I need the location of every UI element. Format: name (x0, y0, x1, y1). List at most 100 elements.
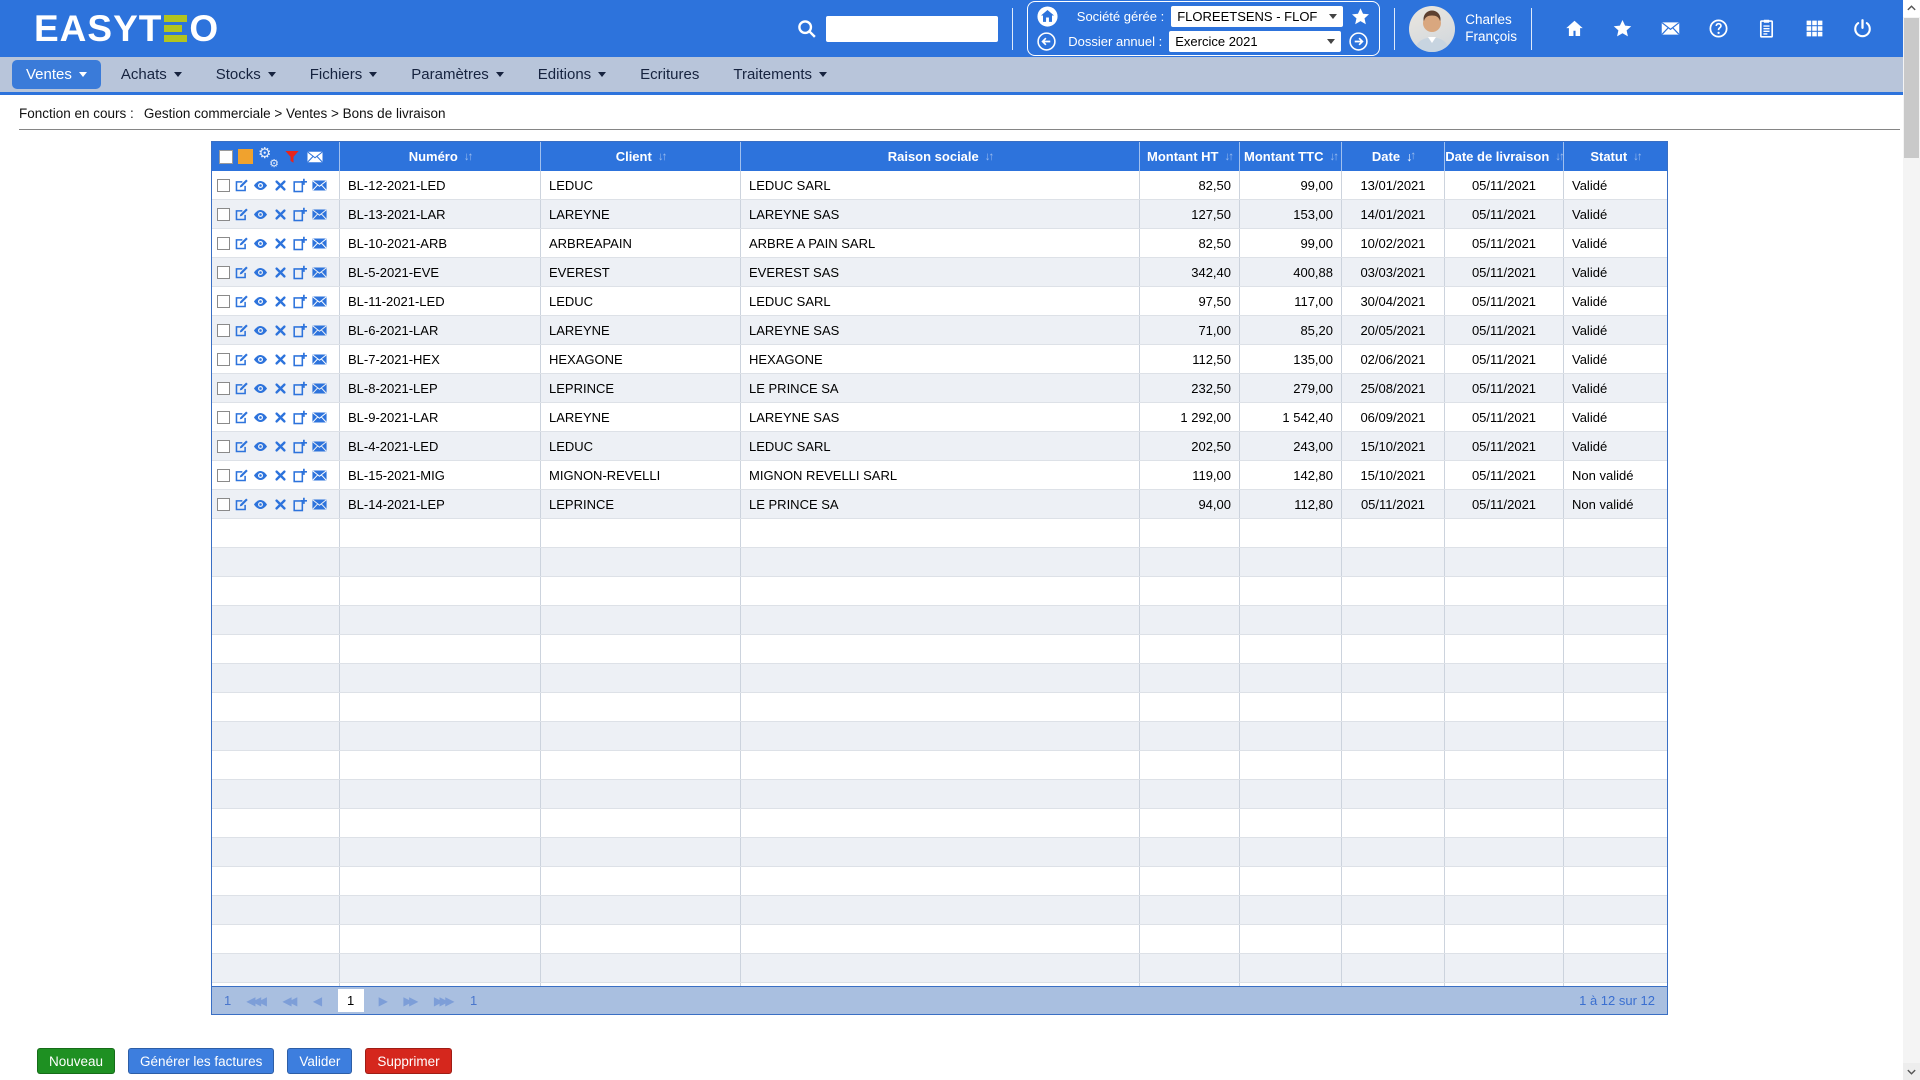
view-icon[interactable] (252, 409, 269, 426)
view-icon[interactable] (252, 438, 269, 455)
mail-icon[interactable] (311, 264, 328, 281)
row-checkbox[interactable] (217, 295, 230, 308)
table-row[interactable]: BL-6-2021-LARLAREYNELAREYNE SAS71,0085,2… (212, 316, 1667, 345)
copy-icon[interactable] (291, 293, 308, 310)
menu-item-ecritures[interactable]: Ecritures (626, 60, 713, 89)
table-row[interactable]: BL-10-2021-ARBARBREAPAINARBRE A PAIN SAR… (212, 229, 1667, 258)
edit-icon[interactable] (233, 496, 250, 513)
orange-tag-icon[interactable] (238, 149, 253, 164)
mail-icon[interactable] (311, 177, 328, 194)
table-row[interactable]: BL-5-2021-EVEEVERESTEVEREST SAS342,40400… (212, 258, 1667, 287)
row-checkbox[interactable] (217, 179, 230, 192)
table-row[interactable]: BL-12-2021-LEDLEDUCLEDUC SARL82,5099,001… (212, 171, 1667, 200)
copy-icon[interactable] (291, 177, 308, 194)
edit-icon[interactable] (233, 438, 250, 455)
mail-icon[interactable] (311, 351, 328, 368)
row-checkbox[interactable] (217, 266, 230, 279)
table-row[interactable]: BL-7-2021-HEXHEXAGONEHEXAGONE112,50135,0… (212, 345, 1667, 374)
view-icon[interactable] (252, 351, 269, 368)
filter-funnel-icon[interactable] (283, 148, 301, 166)
copy-icon[interactable] (291, 235, 308, 252)
next-exercice-icon[interactable] (1348, 31, 1369, 52)
scroll-down-icon[interactable] (1903, 1063, 1920, 1080)
mail-icon[interactable] (311, 380, 328, 397)
edit-icon[interactable] (233, 177, 250, 194)
mail-icon[interactable] (306, 148, 324, 166)
edit-icon[interactable] (233, 409, 250, 426)
previous-exercice-icon[interactable] (1036, 31, 1057, 52)
nouveau-button[interactable]: Nouveau (37, 1048, 115, 1074)
pagination-last-icon[interactable]: ▶▶▶ (434, 994, 455, 1008)
table-row[interactable]: BL-14-2021-LEPLEPRINCELE PRINCE SA94,001… (212, 490, 1667, 519)
sort-icon[interactable]: ↓↑ (1329, 151, 1337, 163)
menu-item-stocks[interactable]: Stocks (202, 60, 290, 89)
table-row[interactable]: BL-13-2021-LARLAREYNELAREYNE SAS127,5015… (212, 200, 1667, 229)
table-row[interactable]: BL-15-2021-MIGMIGNON-REVELLIMIGNON REVEL… (212, 461, 1667, 490)
power-icon[interactable] (1852, 18, 1873, 39)
sort-icon[interactable]: ↓↑ (464, 151, 472, 163)
delete-icon[interactable] (272, 206, 289, 223)
valider-button[interactable]: Valider (287, 1048, 352, 1074)
copy-icon[interactable] (291, 206, 308, 223)
row-checkbox[interactable] (217, 411, 230, 424)
menu-item-ventes[interactable]: Ventes (12, 60, 101, 89)
edit-icon[interactable] (233, 351, 250, 368)
favorite-star-icon[interactable] (1350, 6, 1371, 27)
column-header-montant-ht[interactable]: Montant HT↓↑ (1140, 142, 1240, 171)
vertical-scrollbar[interactable] (1903, 0, 1920, 1080)
sort-icon[interactable]: ↓↑ (658, 151, 666, 163)
home-icon[interactable] (1564, 18, 1585, 39)
pagination-last-page-number[interactable]: 1 (470, 993, 477, 1008)
mail-icon[interactable] (311, 322, 328, 339)
pagination-fast-back-icon[interactable]: ◀◀ (282, 994, 297, 1008)
help-icon[interactable] (1708, 18, 1729, 39)
dossier-select[interactable]: Exercice 2021 (1169, 31, 1341, 52)
pagination-back-icon[interactable]: ◀ (313, 994, 323, 1008)
mail-icon[interactable] (311, 409, 328, 426)
settings-gears-icon[interactable]: ⚙⚙ (258, 147, 278, 166)
row-checkbox[interactable] (217, 382, 230, 395)
delete-icon[interactable] (272, 351, 289, 368)
pagination-first-icon[interactable]: ◀◀◀ (246, 994, 267, 1008)
view-icon[interactable] (252, 235, 269, 252)
global-search-input[interactable] (826, 16, 998, 42)
generer-les-factures-button[interactable]: Générer les factures (128, 1048, 274, 1074)
company-home-icon[interactable] (1036, 5, 1059, 28)
sort-icon[interactable]: ↓↑ (1555, 151, 1563, 163)
sort-icon[interactable]: ↓↑ (1633, 151, 1641, 163)
menu-item-achats[interactable]: Achats (107, 60, 196, 89)
user-avatar[interactable] (1409, 6, 1455, 52)
copy-icon[interactable] (291, 264, 308, 281)
delete-icon[interactable] (272, 235, 289, 252)
delete-icon[interactable] (272, 438, 289, 455)
mail-icon[interactable] (1660, 18, 1681, 39)
pagination-fast-forward-icon[interactable]: ▶▶ (403, 994, 418, 1008)
copy-icon[interactable] (291, 438, 308, 455)
menu-item-fichiers[interactable]: Fichiers (296, 60, 392, 89)
column-header-statut[interactable]: Statut↓↑ (1564, 142, 1667, 171)
scrollbar-thumb[interactable] (1904, 18, 1919, 158)
sort-icon[interactable]: ↓↑ (1224, 151, 1232, 163)
view-icon[interactable] (252, 293, 269, 310)
table-row[interactable]: BL-9-2021-LARLAREYNELAREYNE SAS1 292,001… (212, 403, 1667, 432)
delete-icon[interactable] (272, 322, 289, 339)
mail-icon[interactable] (311, 496, 328, 513)
scroll-up-icon[interactable] (1903, 0, 1920, 17)
copy-icon[interactable] (291, 322, 308, 339)
menu-item-traitements[interactable]: Traitements (719, 60, 841, 89)
mail-icon[interactable] (311, 293, 328, 310)
edit-icon[interactable] (233, 467, 250, 484)
table-row[interactable]: BL-11-2021-LEDLEDUCLEDUC SARL97,50117,00… (212, 287, 1667, 316)
select-all-checkbox[interactable] (219, 150, 233, 164)
view-icon[interactable] (252, 322, 269, 339)
row-checkbox[interactable] (217, 469, 230, 482)
column-header-client[interactable]: Client↓↑ (541, 142, 741, 171)
row-checkbox[interactable] (217, 237, 230, 250)
row-checkbox[interactable] (217, 498, 230, 511)
delete-icon[interactable] (272, 293, 289, 310)
view-icon[interactable] (252, 206, 269, 223)
delete-icon[interactable] (272, 380, 289, 397)
view-icon[interactable] (252, 177, 269, 194)
row-checkbox[interactable] (217, 353, 230, 366)
pagination-forward-icon[interactable]: ▶ (379, 994, 389, 1008)
